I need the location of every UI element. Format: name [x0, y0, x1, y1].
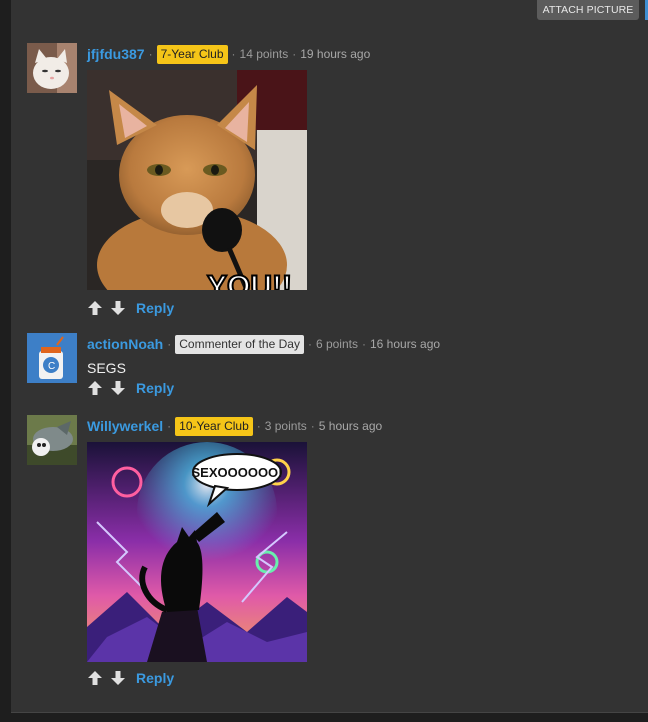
comment-actions: Reply	[87, 668, 174, 688]
separator: ·	[307, 337, 312, 351]
separator: ·	[361, 337, 366, 351]
comment: Willywerkel · 10-Year Club · 3 points · …	[27, 415, 627, 700]
badge: 7-Year Club	[156, 44, 228, 64]
separator: ·	[310, 419, 315, 433]
points: 14 points	[239, 47, 289, 61]
comment-meta: Willywerkel · 10-Year Club · 3 points · …	[87, 415, 382, 437]
svg-text:C: C	[48, 361, 55, 372]
comment-image[interactable]: YOU!!	[87, 70, 307, 290]
reply-link[interactable]: Reply	[136, 670, 174, 686]
timestamp[interactable]: 5 hours ago	[319, 419, 382, 433]
points: 6 points	[315, 337, 358, 351]
comment: C actionNoah · Commenter of the Day · 6 …	[27, 333, 627, 403]
username[interactable]: Willywerkel	[87, 418, 163, 434]
avatar[interactable]: C	[27, 333, 77, 383]
downvote-icon[interactable]	[110, 670, 126, 686]
downvote-icon[interactable]	[110, 300, 126, 316]
attach-picture-button[interactable]: ATTACH PICTURE	[537, 0, 639, 20]
image-caption: YOU!!	[207, 270, 292, 290]
separator: ·	[148, 47, 153, 61]
comment-actions: Reply	[87, 378, 174, 398]
upvote-icon[interactable]	[87, 380, 103, 396]
timestamp[interactable]: 19 hours ago	[300, 47, 370, 61]
downvote-icon[interactable]	[110, 380, 126, 396]
image-caption: SEXOOOOOO!	[191, 465, 282, 480]
comment-body: SEGS	[87, 360, 126, 376]
points: 3 points	[264, 419, 307, 433]
badge: Commenter of the Day	[175, 334, 304, 354]
separator: ·	[167, 419, 172, 433]
username[interactable]: actionNoah	[87, 336, 163, 352]
upvote-icon[interactable]	[87, 300, 103, 316]
comment-meta: actionNoah · Commenter of the Day · 6 po…	[87, 333, 440, 355]
separator: ·	[231, 47, 236, 61]
comment: jfjfdu387 · 7-Year Club · 14 points · 19…	[27, 43, 627, 333]
avatar[interactable]	[27, 43, 77, 93]
avatar[interactable]	[27, 415, 77, 465]
badge: 10-Year Club	[175, 416, 253, 436]
upvote-icon[interactable]	[87, 670, 103, 686]
separator: ·	[167, 337, 172, 351]
reply-link[interactable]: Reply	[136, 300, 174, 316]
comment-meta: jfjfdu387 · 7-Year Club · 14 points · 19…	[87, 43, 370, 65]
username[interactable]: jfjfdu387	[87, 46, 145, 62]
comment-image[interactable]: SEXOOOOOO!	[87, 442, 307, 662]
reply-link[interactable]: Reply	[136, 380, 174, 396]
timestamp[interactable]: 16 hours ago	[370, 337, 440, 351]
separator: ·	[292, 47, 297, 61]
comment-actions: Reply	[87, 298, 174, 318]
separator: ·	[256, 419, 261, 433]
